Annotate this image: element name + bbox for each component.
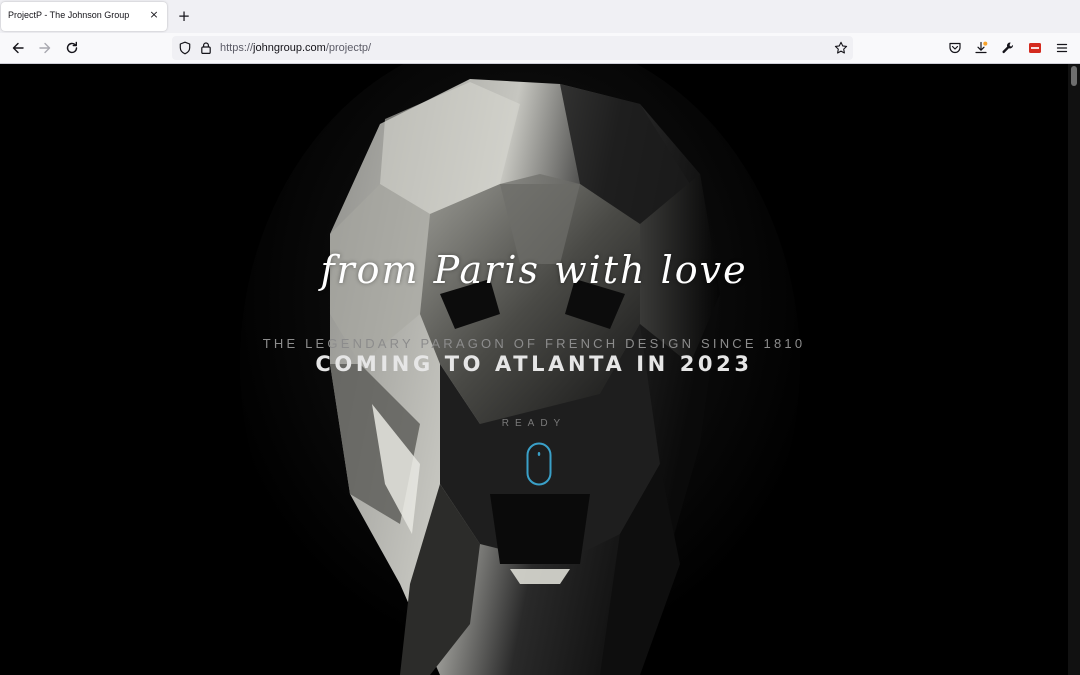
reload-icon[interactable]	[64, 40, 80, 56]
url-host: johngroup.com	[253, 42, 326, 54]
back-icon[interactable]	[10, 40, 26, 56]
hero-headline: COMING TO ATLANTA IN 2023	[315, 352, 753, 376]
wrench-icon[interactable]	[1001, 41, 1015, 55]
script-tagline: from Paris with love	[320, 248, 748, 292]
navigation-toolbar: https://johngroup.com/projectp/	[0, 33, 1080, 64]
url-text[interactable]: https://johngroup.com/projectp/	[220, 42, 371, 54]
url-path: /projectp/	[325, 42, 372, 54]
downloads-icon[interactable]	[974, 41, 988, 55]
hero-section: from Paris with love THE LEGENDARY PARAG…	[0, 64, 1068, 675]
hero-subtitle: THE LEGENDARY PARAGON OF FRENCH DESIGN S…	[262, 336, 806, 351]
tab-title: ProjectP - The Johnson Group	[8, 10, 130, 20]
shield-icon[interactable]	[178, 41, 192, 55]
new-tab-icon[interactable]: +	[176, 8, 192, 24]
page-scrollbar[interactable]	[1068, 64, 1080, 675]
scroll-prompt-label: READY	[501, 418, 567, 429]
scroll-mouse-icon[interactable]	[526, 442, 552, 486]
tab-strip: ProjectP - The Johnson Group × +	[0, 0, 1080, 33]
menu-icon[interactable]	[1055, 41, 1069, 55]
address-bar[interactable]: https://johngroup.com/projectp/	[172, 36, 853, 60]
pocket-icon[interactable]	[948, 41, 962, 55]
lock-icon[interactable]	[199, 41, 213, 55]
tab-close-icon[interactable]: ×	[147, 8, 161, 22]
browser-tab[interactable]: ProjectP - The Johnson Group ×	[1, 2, 167, 31]
extension-icon[interactable]	[1028, 41, 1042, 55]
bookmark-star-icon[interactable]	[834, 41, 848, 55]
scrollbar-thumb[interactable]	[1071, 66, 1077, 86]
url-scheme: https://	[220, 42, 254, 54]
forward-icon[interactable]	[37, 40, 53, 56]
